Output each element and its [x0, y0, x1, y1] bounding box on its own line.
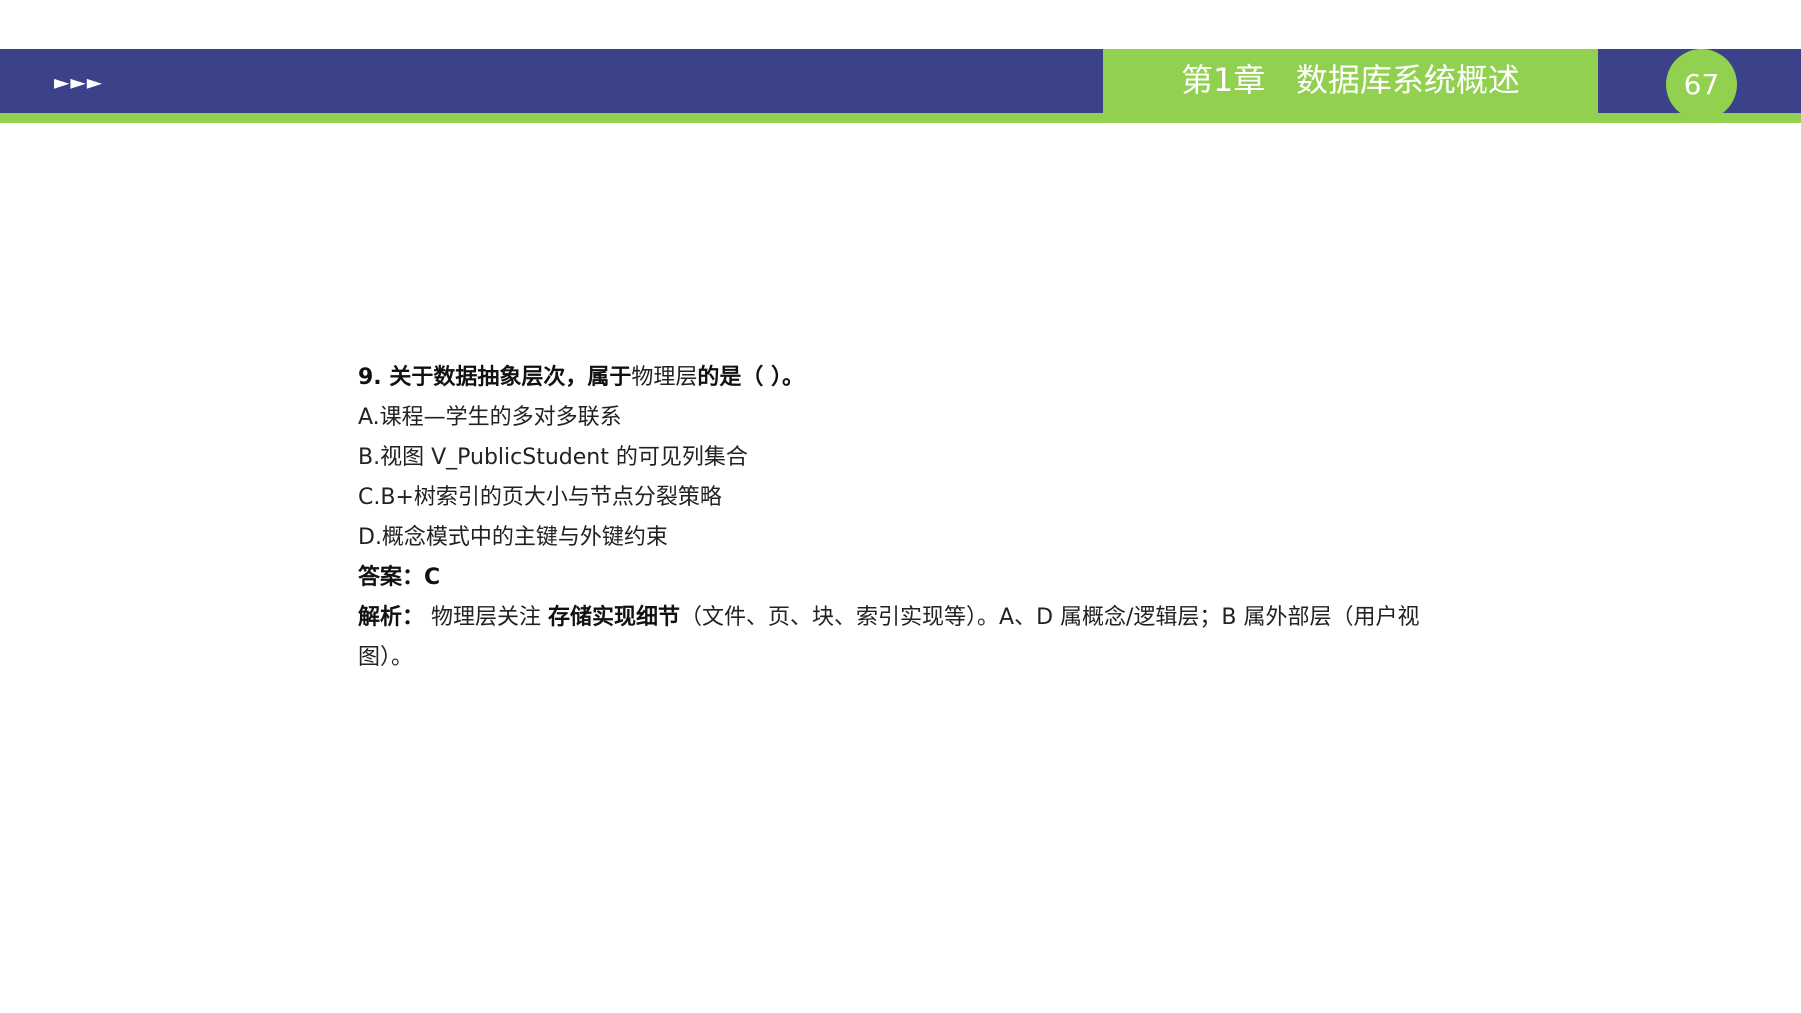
answer-line: 答案：C	[358, 558, 1458, 598]
question-block: 9. 关于数据抽象层次，属于物理层的是（ ）。 A.课程—学生的多对多联系 B.…	[358, 358, 1458, 678]
question-stem-suffix: 的是（ ）。	[697, 365, 805, 390]
option-c: C.B+树索引的页大小与节点分裂策略	[358, 485, 722, 510]
page-number-badge: 67	[1666, 49, 1737, 120]
analysis-keyword: 存储实现细节	[548, 605, 681, 630]
arrows-icon: ►►►	[54, 70, 104, 94]
question-stem-prefix: 9. 关于数据抽象层次，属于	[358, 365, 632, 390]
option-b: B.视图 V_PublicStudent 的可见列集合	[358, 445, 748, 470]
analysis-paragraph: 解析： 物理层关注 存储实现细节（文件、页、块、索引实现等）。A、D 属概念/逻…	[358, 598, 1448, 678]
question-stem: 9. 关于数据抽象层次，属于物理层的是（ ）。	[358, 358, 1458, 398]
question-stem-keyword: 物理层	[631, 365, 698, 390]
chapter-title: 第1章 数据库系统概述	[1181, 61, 1520, 99]
analysis-text-1: 物理层关注	[424, 605, 549, 630]
answer-label: 答案：	[358, 565, 425, 590]
chapter-title-box: 第1章 数据库系统概述	[1103, 49, 1598, 123]
page-number: 67	[1683, 68, 1720, 101]
slide: ►►► 第1章 数据库系统概述 67 9. 关于数据抽象层次，属于物理层的是（ …	[0, 0, 1801, 1013]
analysis-label: 解析：	[358, 605, 425, 630]
option-a: A.课程—学生的多对多联系	[358, 405, 622, 430]
answer-value: C	[424, 565, 441, 590]
option-d: D.概念模式中的主键与外键约束	[358, 525, 668, 550]
